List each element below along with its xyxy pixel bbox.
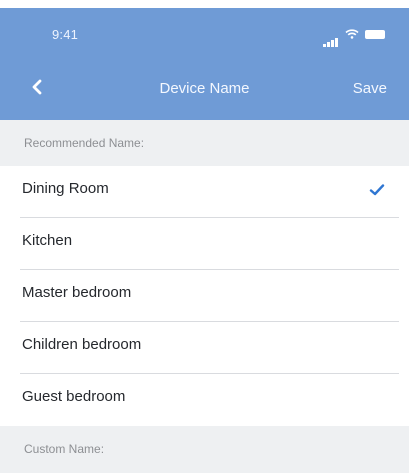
app-header: 9:41 Device Name Save <box>0 8 409 120</box>
status-time: 9:41 <box>52 27 79 42</box>
list-item-label: Kitchen <box>22 232 73 249</box>
list-item-children-bedroom[interactable]: Children bedroom <box>0 322 409 374</box>
device-name-screen: 9:41 Device Name Save Recommended Name: … <box>0 0 409 473</box>
page-title: Device Name <box>159 80 250 97</box>
top-edge <box>0 0 409 8</box>
custom-name-header: Custom Name: <box>0 426 409 473</box>
wifi-icon <box>345 29 359 39</box>
recommended-name-label: Recommended Name: <box>24 136 145 150</box>
custom-name-label: Custom Name: <box>24 442 105 456</box>
recommended-name-header: Recommended Name: <box>0 120 409 166</box>
signal-icon <box>323 29 339 47</box>
list-item-label: Children bedroom <box>22 336 142 353</box>
list-item-label: Guest bedroom <box>22 388 126 405</box>
recommended-name-list: Dining Room Kitchen Master bedroom Child… <box>0 166 409 426</box>
check-icon <box>369 184 385 196</box>
save-button[interactable]: Save <box>353 80 387 97</box>
list-item-dining-room[interactable]: Dining Room <box>0 166 409 218</box>
list-item-label: Dining Room <box>22 180 109 197</box>
list-item-master-bedroom[interactable]: Master bedroom <box>0 270 409 322</box>
battery-icon <box>365 30 385 39</box>
status-icons <box>323 29 385 47</box>
list-item-guest-bedroom[interactable]: Guest bedroom <box>0 374 409 426</box>
list-item-label: Master bedroom <box>22 284 132 301</box>
navigation-bar: Device Name Save <box>0 60 409 120</box>
status-bar: 9:41 <box>0 8 409 60</box>
list-item-kitchen[interactable]: Kitchen <box>0 218 409 270</box>
